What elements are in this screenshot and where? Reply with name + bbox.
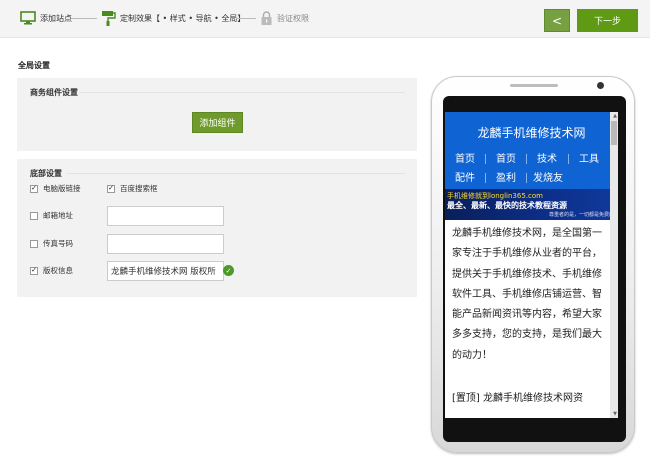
nav-separator [568, 154, 569, 164]
copyright-option[interactable]: ✓ 版权信息 [30, 265, 73, 276]
preview-screen[interactable]: 龙麟手机维修技术网 首页 首页 技术 工具 配件 盈利 发烧友 手机维修就到lo… [445, 112, 618, 418]
nav-separator [526, 173, 527, 183]
nav-separator [485, 154, 486, 164]
global-settings-title: 全局设置 [18, 61, 50, 70]
panel-title: 商务组件设置 [30, 88, 78, 97]
step-bar: 添加站点 定制效果【 • 样式 • 导航 • 全局】 验证权限 < 下一步 [0, 0, 650, 38]
step-label: 添加站点 [40, 13, 72, 23]
camera-icon [597, 82, 604, 89]
option-label: 传真号码 [43, 239, 73, 248]
check-circle-icon: ✓ [223, 265, 234, 276]
business-widget-panel: 商务组件设置 添加组件 [17, 78, 417, 151]
step-add-site: 添加站点 [20, 9, 72, 27]
lock-icon [261, 10, 272, 25]
fax-checkbox[interactable] [30, 239, 38, 248]
option-label: 邮箱地址 [43, 211, 73, 220]
back-button[interactable]: < [544, 9, 570, 32]
copyright-checkbox[interactable]: ✓ [30, 266, 38, 275]
email-checkbox[interactable] [30, 211, 38, 220]
scroll-down-icon[interactable]: ▼ [613, 411, 617, 417]
banner-line: 尊重者的是，一切都是免费的 [548, 212, 614, 218]
nav-home[interactable]: 首页 [455, 150, 475, 165]
divider [67, 173, 405, 174]
baidu-search-checkbox[interactable]: ✓ [107, 184, 115, 193]
baidu-search-option[interactable]: ✓ 百度搜索框 [107, 183, 158, 194]
step-customize: 定制效果【 • 样式 • 导航 • 全局】 [101, 9, 245, 27]
speaker-grille [510, 84, 558, 87]
nav-home-2[interactable]: 首页 [496, 150, 516, 165]
nav-profit[interactable]: 盈利 [496, 169, 516, 184]
email-input[interactable] [107, 206, 224, 226]
copyright-input[interactable] [107, 261, 224, 281]
fax-input[interactable] [107, 234, 224, 254]
option-label: 电脑版链接 [43, 184, 81, 193]
email-option[interactable]: 邮箱地址 [30, 210, 73, 221]
pinned-article-link[interactable]: [置顶] 龙麟手机维修技术网资 [452, 390, 602, 408]
divider [79, 92, 405, 93]
nav-enthusiast[interactable]: 发烧友 [533, 169, 563, 184]
pc-link-option[interactable]: ✓ 电脑版链接 [30, 183, 81, 194]
site-header: 龙麟手机维修技术网 首页 首页 技术 工具 配件 盈利 发烧友 手机维修就到lo… [445, 112, 618, 220]
chevron-left-icon: < [551, 13, 563, 28]
step-connector [71, 18, 97, 19]
promo-banner[interactable]: 手机维修就到longlin365.com 最全、最新、最快的技术教程资源 尊重者… [445, 189, 618, 220]
option-label: 版权信息 [43, 266, 73, 275]
scroll-up-icon[interactable]: ▲ [613, 113, 617, 119]
option-label: 百度搜索框 [120, 184, 158, 193]
nav-separator [526, 154, 527, 164]
pc-link-checkbox[interactable]: ✓ [30, 184, 38, 193]
nav-separator [485, 173, 486, 183]
footer-settings-panel: 底部设置 ✓ 电脑版链接 ✓ 百度搜索框 邮箱地址 传真号码 ✓ 版权信息 ✓ [17, 159, 417, 297]
step-label: 定制效果【 • 样式 • 导航 • 全局】 [120, 13, 246, 23]
fax-option[interactable]: 传真号码 [30, 238, 73, 249]
nav-tools[interactable]: 工具 [579, 150, 599, 165]
step-label: 验证权限 [277, 13, 309, 23]
nav-tech[interactable]: 技术 [537, 150, 557, 165]
monitor-icon [20, 11, 36, 25]
preview-scrollbar[interactable]: ▲ ▼ [610, 112, 618, 418]
step-connector [236, 18, 256, 19]
paint-roller-icon [102, 11, 116, 26]
next-step-button[interactable]: 下一步 [577, 9, 638, 32]
scroll-thumb[interactable] [611, 121, 617, 145]
step-verify: 验证权限 [260, 9, 309, 27]
site-intro-text: 龙麟手机维修技术网，是全国第一家专注于手机维修从业者的平台，提供关于手机维修技术… [452, 228, 602, 361]
site-title: 龙麟手机维修技术网 [477, 126, 586, 140]
banner-line: 最全、最新、最快的技术教程资源 [447, 201, 567, 210]
panel-title: 底部设置 [30, 169, 62, 178]
nav-parts[interactable]: 配件 [455, 169, 475, 184]
add-widget-button[interactable]: 添加组件 [192, 112, 243, 133]
